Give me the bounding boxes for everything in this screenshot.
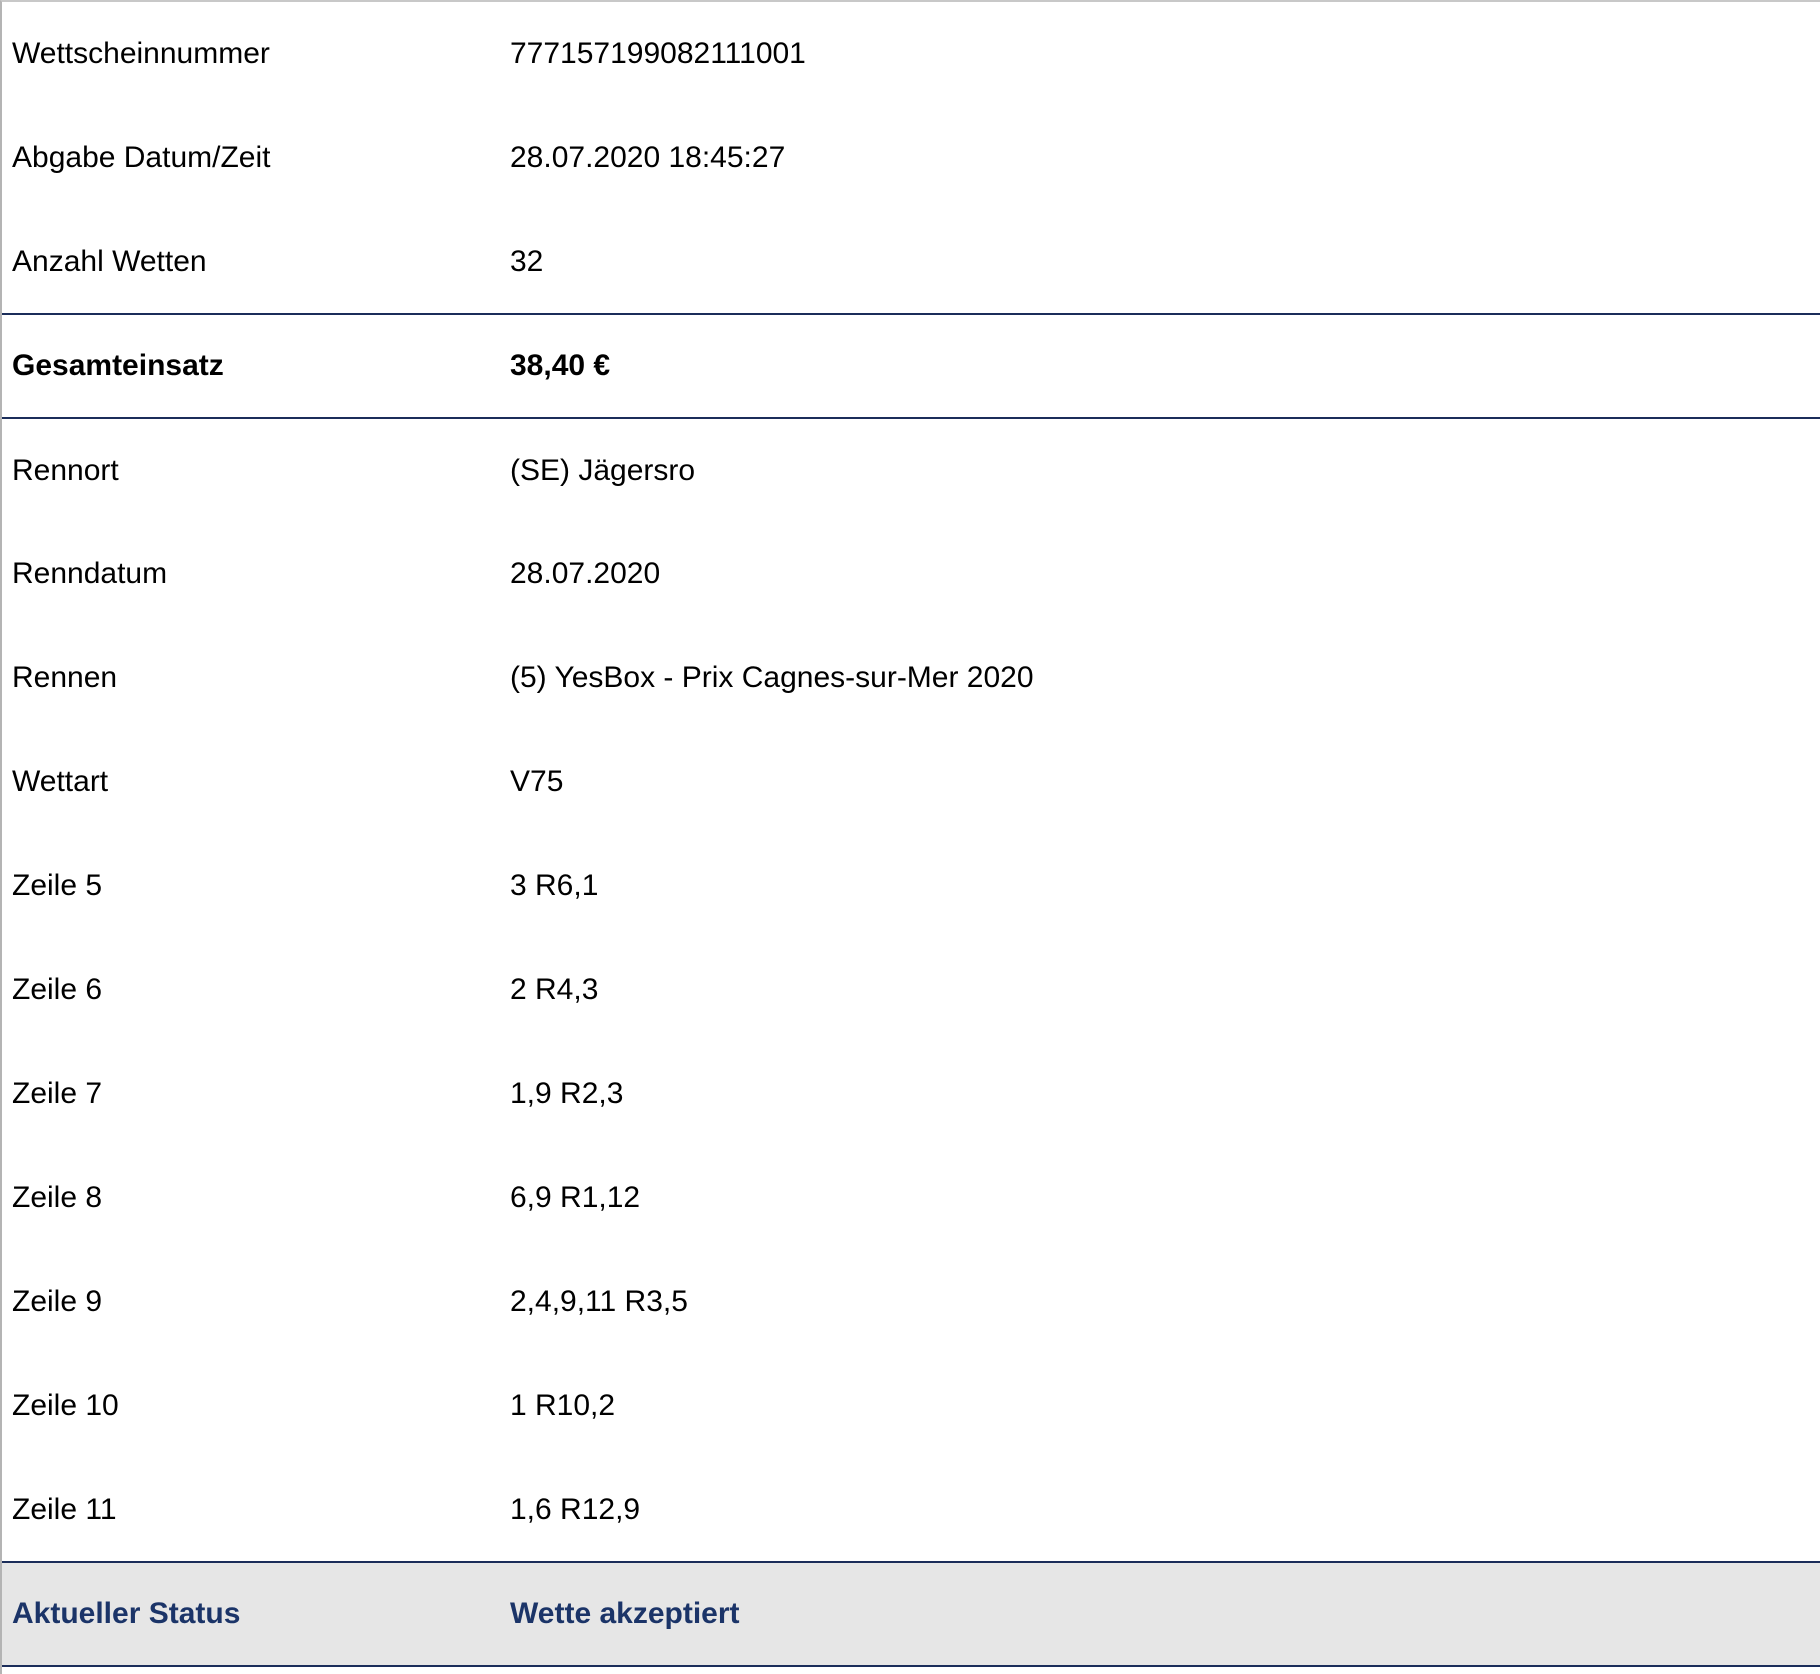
line-11-value: 1,6 R12,9 <box>510 1492 641 1526</box>
race-venue-row: Rennort (SE) Jägersro <box>2 418 1820 522</box>
line-10-label: Zeile 10 <box>12 1389 119 1422</box>
line-7-row: Zeile 7 1,9 R2,3 <box>2 1042 1820 1146</box>
race-label: Rennen <box>12 661 118 694</box>
line-5-row: Zeile 5 3 R6,1 <box>2 834 1820 938</box>
line-6-row: Zeile 6 2 R4,3 <box>2 938 1820 1042</box>
line-9-label: Zeile 9 <box>12 1285 103 1318</box>
bet-count-label: Anzahl Wetten <box>12 244 207 278</box>
bet-count-row: Anzahl Wetten 32 <box>2 210 1820 314</box>
race-date-label: Renndatum <box>12 557 168 590</box>
ticket-details-table: Wettscheinnummer 777157199082111001 Abga… <box>2 2 1820 1667</box>
current-status-row: Aktueller Status Wette akzeptiert <box>2 1562 1820 1666</box>
submission-datetime-row: Abgabe Datum/Zeit 28.07.2020 18:45:27 <box>2 106 1820 210</box>
ticket-number-label: Wettscheinnummer <box>12 37 270 70</box>
race-venue-value: (SE) Jägersro <box>510 453 696 487</box>
line-10-row: Zeile 10 1 R10,2 <box>2 1354 1820 1458</box>
line-8-value: 6,9 R1,12 <box>510 1181 641 1214</box>
total-stake-label: Gesamteinsatz <box>12 349 224 382</box>
bet-count-value: 32 <box>510 244 544 278</box>
race-row: Rennen (5) YesBox - Prix Cagnes-sur-Mer … <box>2 626 1820 730</box>
line-8-label: Zeile 8 <box>12 1181 103 1214</box>
submission-datetime-label: Abgabe Datum/Zeit <box>12 141 271 174</box>
race-value: (5) YesBox - Prix Cagnes-sur-Mer 2020 <box>510 661 1034 694</box>
submission-datetime-value: 28.07.2020 18:45:27 <box>510 141 786 174</box>
line-7-label: Zeile 7 <box>12 1077 103 1110</box>
line-11-label: Zeile 11 <box>12 1492 117 1526</box>
line-5-value: 3 R6,1 <box>510 869 599 902</box>
bet-type-row: Wettart V75 <box>2 730 1820 834</box>
current-status-value: Wette akzeptiert <box>510 1597 740 1630</box>
line-6-value: 2 R4,3 <box>510 973 599 1006</box>
total-stake-row: Gesamteinsatz 38,40 € <box>2 314 1820 418</box>
current-status-label: Aktueller Status <box>12 1597 241 1630</box>
ticket-number-row: Wettscheinnummer 777157199082111001 <box>2 2 1820 106</box>
line-11-row: Zeile 11 1,6 R12,9 <box>2 1458 1820 1562</box>
line-9-row: Zeile 9 2,4,9,11 R3,5 <box>2 1250 1820 1354</box>
race-date-row: Renndatum 28.07.2020 <box>2 522 1820 626</box>
race-date-value: 28.07.2020 <box>510 557 661 590</box>
bet-type-label: Wettart <box>12 765 109 798</box>
ticket-number-value: 777157199082111001 <box>510 37 806 70</box>
total-stake-value: 38,40 € <box>510 349 611 382</box>
bet-ticket-details: Wettscheinnummer 777157199082111001 Abga… <box>0 0 1820 1674</box>
line-6-label: Zeile 6 <box>12 973 103 1006</box>
bet-type-value: V75 <box>510 765 564 798</box>
race-venue-label: Rennort <box>12 453 119 487</box>
line-10-value: 1 R10,2 <box>510 1389 616 1422</box>
line-5-label: Zeile 5 <box>12 869 103 902</box>
line-8-row: Zeile 8 6,9 R1,12 <box>2 1146 1820 1250</box>
line-9-value: 2,4,9,11 R3,5 <box>510 1285 688 1318</box>
line-7-value: 1,9 R2,3 <box>510 1077 624 1110</box>
